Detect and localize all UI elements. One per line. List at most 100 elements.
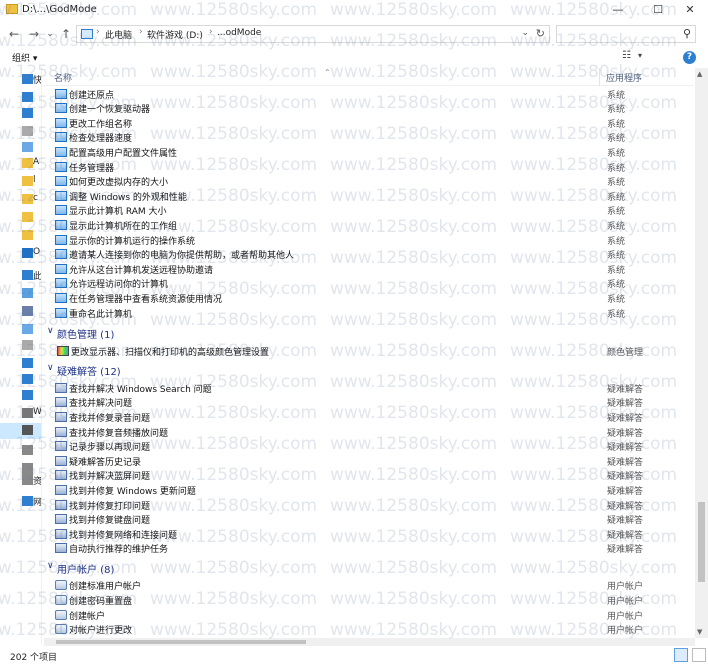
nav-item[interactable]: 资 [0, 473, 41, 489]
vertical-scroll-thumb[interactable] [698, 502, 705, 582]
forward-button[interactable]: → [26, 25, 42, 43]
up-button[interactable]: ↑ [58, 25, 74, 43]
breadcrumb-separator: › [209, 27, 213, 37]
nav-item[interactable] [0, 106, 41, 122]
help-icon[interactable]: ? [683, 51, 696, 64]
list-item[interactable]: 调整 Windows 的外观和性能 系统 [44, 189, 694, 204]
command-bar: 组织 ▾ ☷ ▾ ? [0, 48, 708, 66]
list-item[interactable]: 重命名此计算机 系统 [44, 306, 694, 321]
nav-item[interactable] [0, 322, 41, 338]
list-item[interactable]: 找到并解决蓝屏问题 疑难解答 [44, 468, 694, 483]
list-item[interactable]: 检查处理器速度 系统 [44, 130, 694, 145]
list-item[interactable]: 在任务管理器中查看系统资源使用情况 系统 [44, 291, 694, 306]
breadcrumb-this-pc[interactable]: 此电脑 [105, 28, 132, 41]
list-item[interactable]: 显示此计算机 RAM 大小 系统 [44, 203, 694, 218]
nav-item[interactable] [0, 124, 41, 140]
group-header[interactable]: ∨ 用户帐户 (8) [44, 559, 694, 577]
list-item[interactable]: 自动执行推荐的维护任务 疑难解答 [44, 541, 694, 556]
video-icon [22, 306, 33, 316]
list-item[interactable]: 允许远程访问你的计算机 系统 [44, 276, 694, 291]
address-dropdown-icon[interactable]: ⌄ [521, 28, 529, 38]
details-view-icon[interactable]: ☷ [622, 50, 631, 61]
chevron-down-icon[interactable]: ∨ [47, 363, 54, 373]
list-item[interactable]: 查找并修复音频播放问题 疑难解答 [44, 425, 694, 440]
list-item[interactable]: 查找并解决问题 疑难解答 [44, 395, 694, 410]
horizontal-scrollbar[interactable] [44, 638, 695, 646]
nav-item[interactable] [0, 423, 41, 439]
close-button[interactable]: ✕ [672, 0, 708, 20]
view-options-dropdown[interactable]: ▾ [638, 51, 642, 60]
list-item[interactable]: 创建密码重置盘 用户帐户 [44, 593, 694, 608]
list-item-category: 系统 [607, 221, 626, 232]
nav-item[interactable]: A [0, 156, 41, 172]
list-item[interactable]: 记录步骤以再现问题 疑难解答 [44, 439, 694, 454]
list-item[interactable]: 更改显示器、扫描仪和打印机的高级颜色管理设置 颜色管理 [44, 344, 694, 359]
breadcrumb-drive-d[interactable]: 软件游戏 (D:) [147, 28, 203, 41]
breadcrumb-godmode[interactable]: ...odMode [217, 28, 261, 38]
chevron-down-icon[interactable]: ∨ [47, 326, 54, 336]
nav-item[interactable]: 快 [0, 72, 41, 88]
maximize-button[interactable]: ☐ [640, 0, 676, 20]
list-item[interactable]: 配置高级用户配置文件属性 系统 [44, 145, 694, 160]
list-item[interactable]: 任务管理器 系统 [44, 160, 694, 175]
column-divider[interactable] [599, 68, 600, 86]
nav-item[interactable] [0, 90, 41, 106]
list-item[interactable]: 查找并解决 Windows Search 问题 疑难解答 [44, 381, 694, 396]
nav-item[interactable] [0, 210, 41, 226]
nav-item[interactable] [0, 286, 41, 302]
list-item[interactable]: 找到并修复 Windows 更新问题 疑难解答 [44, 483, 694, 498]
group-header[interactable]: ∨ 疑难解答 (12) [44, 361, 694, 379]
list-item[interactable]: 查找并修复录音问题 疑难解答 [44, 410, 694, 425]
nav-item[interactable]: O [0, 246, 41, 262]
refresh-icon[interactable]: ↻ [536, 27, 545, 40]
list-item-label: 找到并修复网络和连接问题 [69, 530, 178, 541]
list-item-category: 系统 [607, 148, 626, 159]
list-item[interactable]: 显示你的计算机运行的操作系统 系统 [44, 233, 694, 248]
list-item[interactable]: 显示此计算机所在的工作组 系统 [44, 218, 694, 233]
chevron-down-icon[interactable]: ∨ [47, 561, 54, 571]
nav-item[interactable]: 此 [0, 268, 41, 284]
nav-item[interactable] [0, 372, 41, 388]
nav-item[interactable] [0, 228, 41, 244]
scroll-down-icon[interactable]: ▼ [697, 628, 702, 636]
nav-item[interactable]: c [0, 192, 41, 208]
vertical-scrollbar[interactable]: ▲ ▼ [695, 68, 708, 638]
list-item[interactable]: 创建还原点 系统 [44, 87, 694, 102]
list-item[interactable]: 找到并修复打印问题 疑难解答 [44, 498, 694, 513]
nav-item[interactable] [0, 388, 41, 404]
search-input[interactable]: ⚲ [556, 25, 696, 43]
nav-item[interactable]: l [0, 174, 41, 190]
details-layout-icon[interactable] [674, 648, 688, 662]
address-bar[interactable]: › 此电脑 › 软件游戏 (D:) › ...odMode ⌄ ↻ [76, 25, 550, 43]
list-item[interactable]: 找到并修复键盘问题 疑难解答 [44, 512, 694, 527]
column-header-category[interactable]: 应用程序 [606, 71, 642, 84]
list-item[interactable]: 更改工作组名称 系统 [44, 116, 694, 131]
list-item[interactable]: 创建一个恢复驱动器 系统 [44, 101, 694, 116]
list-item[interactable]: 创建标准用户帐户 用户帐户 [44, 578, 694, 593]
list-item[interactable]: 创建帐户 用户帐户 [44, 608, 694, 623]
nav-item[interactable] [0, 356, 41, 372]
list-item[interactable]: 邀请某人连接到你的电脑为你提供帮助，或者帮助其他人 系统 [44, 247, 694, 262]
list-item[interactable]: 疑难解答历史记录 疑难解答 [44, 454, 694, 469]
nav-item[interactable]: 网 [0, 494, 41, 510]
search-icon[interactable]: ⚲ [683, 27, 691, 40]
large-icons-layout-icon[interactable] [692, 648, 706, 662]
minimize-button[interactable]: — [600, 0, 636, 20]
column-header-name[interactable]: 名称 [54, 71, 72, 84]
list-item[interactable]: 允许从这台计算机发送远程协助邀请 系统 [44, 262, 694, 277]
group-header[interactable]: ∨ 颜色管理 (1) [44, 324, 694, 342]
list-item[interactable]: 如何更改虚拟内存的大小 系统 [44, 174, 694, 189]
back-button[interactable]: ← [6, 25, 22, 43]
nav-item[interactable] [0, 338, 41, 354]
recent-locations-button[interactable]: ⌄ [42, 25, 58, 43]
nav-item[interactable] [0, 304, 41, 320]
scroll-up-icon[interactable]: ▲ [697, 70, 702, 78]
organize-menu[interactable]: 组织 ▾ [12, 51, 37, 64]
nav-item[interactable] [0, 443, 41, 459]
nav-item[interactable] [0, 140, 41, 156]
list-item[interactable]: 对帐户进行更改 用户帐户 [44, 622, 694, 637]
list-item[interactable]: 找到并修复网络和连接问题 疑难解答 [44, 527, 694, 542]
horizontal-scroll-thumb[interactable] [56, 640, 306, 644]
nav-item[interactable]: W [0, 406, 41, 422]
title-bar: D:\...\GodMode — ☐ ✕ [0, 0, 708, 20]
